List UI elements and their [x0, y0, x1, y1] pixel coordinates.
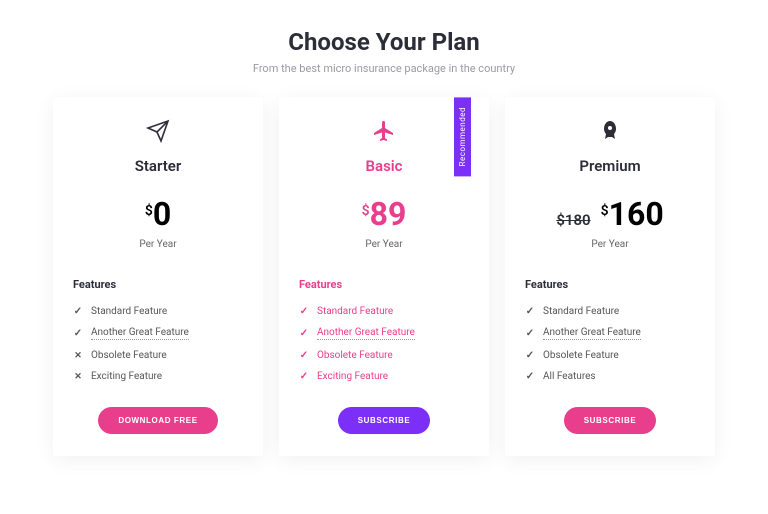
feature-label: All Features	[543, 371, 596, 382]
currency-symbol: $	[362, 203, 370, 219]
subscribe-button[interactable]: SUBSCRIBE	[564, 407, 657, 434]
feature-label: Another Great Feature	[91, 327, 189, 340]
check-icon	[525, 328, 535, 339]
features-list: Standard Feature Another Great Feature Obs…	[73, 301, 243, 387]
billing-period: Per Year	[299, 239, 469, 250]
page-subtitle: From the best micro insurance package in…	[50, 62, 718, 75]
features-list: Standard Feature Another Great Feature Obs…	[299, 301, 469, 387]
price-amount: 160	[609, 195, 664, 233]
feature-item: Another Great Feature	[525, 322, 695, 345]
cross-icon	[73, 372, 83, 382]
rocket-icon	[525, 119, 695, 149]
billing-period: Per Year	[73, 239, 243, 250]
check-icon	[73, 306, 83, 317]
feature-item: All Features	[525, 366, 695, 387]
feature-item: Standard Feature	[73, 301, 243, 322]
old-price: $180	[556, 211, 590, 229]
check-icon	[299, 371, 309, 382]
plan-name: Basic	[299, 157, 469, 175]
features-heading: Features	[299, 278, 469, 291]
feature-item: Standard Feature	[525, 301, 695, 322]
price-amount: 89	[370, 195, 407, 233]
feature-label: Obsolete Feature	[317, 350, 393, 361]
feature-item: Obsolete Feature	[525, 345, 695, 366]
check-icon	[525, 306, 535, 317]
check-icon	[525, 371, 535, 382]
feature-label: Obsolete Feature	[543, 350, 619, 361]
page-title: Choose Your Plan	[50, 28, 718, 56]
feature-label: Standard Feature	[543, 306, 619, 317]
billing-period: Per Year	[525, 239, 695, 250]
plan-name: Premium	[525, 157, 695, 175]
feature-label: Standard Feature	[91, 306, 167, 317]
download-free-button[interactable]: DOWNLOAD FREE	[98, 407, 217, 434]
check-icon	[299, 350, 309, 361]
features-heading: Features	[73, 278, 243, 291]
pricing-card-starter: Starter $0 Per Year Features Standard Featur…	[53, 97, 263, 456]
plan-name: Starter	[73, 157, 243, 175]
feature-item: Another Great Feature	[73, 322, 243, 345]
recommended-ribbon: Recommended	[454, 97, 471, 176]
feature-item: Obsolete Feature	[73, 345, 243, 366]
subscribe-button[interactable]: SUBSCRIBE	[338, 407, 431, 434]
feature-label: Another Great Feature	[317, 327, 415, 340]
pricing-card-premium: Premium $180 $160 Per Year Features Standard …	[505, 97, 715, 456]
feature-item: Exciting Feature	[73, 366, 243, 387]
feature-label: Obsolete Feature	[91, 350, 167, 361]
feature-item: Another Great Feature	[299, 322, 469, 345]
currency-symbol: $	[145, 203, 153, 219]
check-icon	[73, 328, 83, 339]
check-icon	[299, 306, 309, 317]
feature-item: Obsolete Feature	[299, 345, 469, 366]
feature-label: Exciting Feature	[91, 371, 162, 382]
feature-label: Another Great Feature	[543, 327, 641, 340]
feature-item: Exciting Feature	[299, 366, 469, 387]
check-icon	[525, 350, 535, 361]
feature-label: Standard Feature	[317, 306, 393, 317]
plane-icon	[299, 119, 469, 149]
features-list: Standard Feature Another Great Feature Obs…	[525, 301, 695, 387]
price-row: $89	[299, 195, 469, 233]
feature-item: Standard Feature	[299, 301, 469, 322]
feature-label: Exciting Feature	[317, 371, 388, 382]
features-heading: Features	[525, 278, 695, 291]
pricing-card-basic: RecommendedBasic $89 Per Year Features Stand…	[279, 97, 489, 456]
cross-icon	[73, 351, 83, 361]
price-row: $0	[73, 195, 243, 233]
price-row: $180 $160	[525, 195, 695, 233]
check-icon	[299, 328, 309, 339]
price-amount: 0	[153, 195, 171, 233]
paper-plane-icon	[73, 119, 243, 149]
currency-symbol: $	[601, 203, 609, 219]
